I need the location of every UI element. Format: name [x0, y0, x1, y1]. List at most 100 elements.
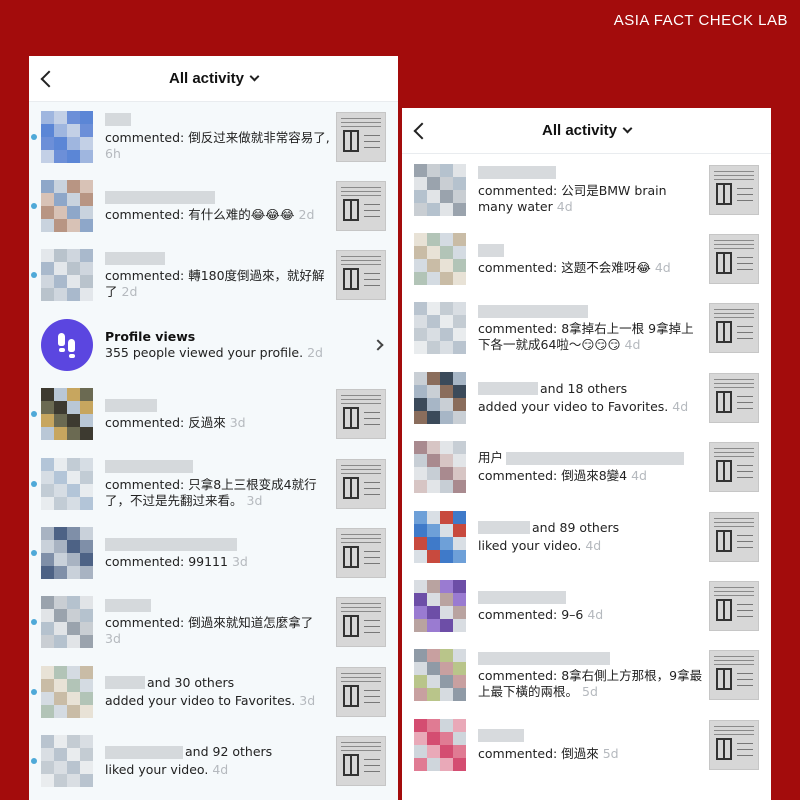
- video-thumbnail[interactable]: [336, 458, 386, 509]
- activity-text-line: liked your video. 4d: [105, 762, 330, 778]
- activity-row[interactable]: commented: 8拿掉右上一根 9拿掉上下各一就成64啦～😏😏😏 4d: [402, 294, 771, 363]
- avatar[interactable]: [414, 233, 466, 286]
- username-line[interactable]: [105, 597, 330, 613]
- avatar[interactable]: [41, 457, 93, 510]
- activity-filter-dropdown[interactable]: All activity: [169, 70, 260, 87]
- avatar[interactable]: [414, 163, 466, 216]
- video-thumbnail[interactable]: [709, 303, 759, 354]
- avatar[interactable]: [41, 527, 93, 580]
- blurred-username: [105, 251, 165, 265]
- blurred-username: [105, 398, 157, 412]
- blurred-username: [478, 521, 530, 535]
- video-thumbnail[interactable]: [336, 666, 386, 717]
- username-line[interactable]: [478, 728, 703, 744]
- activity-body: and 92 others liked your video. 4d: [105, 744, 336, 778]
- activity-row[interactable]: commented: 反過來 3d: [29, 380, 398, 449]
- username-line[interactable]: [478, 303, 703, 319]
- activity-text-line: liked your video. 4d: [478, 538, 703, 554]
- activity-text-line: commented: 9–6 4d: [478, 607, 703, 623]
- activity-row[interactable]: commented: 8拿右側上方那根，9拿最上最下橫的兩根。 5d: [402, 641, 771, 710]
- video-thumbnail[interactable]: [709, 164, 759, 215]
- video-thumbnail[interactable]: [709, 581, 759, 632]
- avatar[interactable]: [41, 180, 93, 233]
- username-line[interactable]: [105, 250, 330, 266]
- blurred-username: [478, 243, 504, 257]
- activity-text-line: added your video to Favorites. 4d: [478, 399, 703, 415]
- activity-row[interactable]: commented: 倒反过来做就非常容易了, 6h: [29, 102, 398, 171]
- activity-row[interactable]: commented: 轉180度倒過來，就好解了 2d: [29, 241, 398, 310]
- timestamp: 3d: [231, 554, 248, 570]
- video-thumbnail[interactable]: [709, 442, 759, 493]
- video-thumbnail[interactable]: [336, 528, 386, 579]
- video-thumbnail[interactable]: [336, 736, 386, 787]
- chevron-right-icon[interactable]: [372, 339, 384, 351]
- activity-row[interactable]: commented: 只拿8上三根变成4就行了，不过是先翻过来看。 3d: [29, 449, 398, 518]
- avatar[interactable]: [41, 249, 93, 302]
- avatar[interactable]: [41, 735, 93, 788]
- activity-row[interactable]: commented: 倒過來 5d: [402, 710, 771, 779]
- brand-watermark: ASIA FACT CHECK LAB: [613, 12, 788, 29]
- username-line[interactable]: and 18 others: [478, 381, 703, 397]
- activity-row[interactable]: and 30 others added your video to Favorit…: [29, 657, 398, 726]
- activity-row[interactable]: and 89 others liked your video. 4d: [402, 502, 771, 571]
- video-thumbnail[interactable]: [336, 597, 386, 648]
- activity-row[interactable]: commented: 9–6 4d: [402, 571, 771, 640]
- activity-body: commented: 轉180度倒過來，就好解了 2d: [105, 250, 336, 300]
- activity-row[interactable]: commented: 99111 3d: [29, 518, 398, 587]
- avatar[interactable]: [414, 580, 466, 633]
- avatar[interactable]: [41, 596, 93, 649]
- username-line[interactable]: and 92 others: [105, 744, 330, 760]
- profile-views-row[interactable]: Profile views 355 people viewed your prof…: [29, 310, 398, 379]
- blurred-username: [478, 590, 566, 604]
- others-count: and 89 others: [532, 519, 620, 535]
- username-line[interactable]: [478, 165, 703, 181]
- video-thumbnail[interactable]: [709, 650, 759, 701]
- username-line[interactable]: [105, 459, 330, 475]
- username-line[interactable]: [478, 242, 703, 258]
- avatar[interactable]: [414, 302, 466, 355]
- avatar[interactable]: [414, 371, 466, 424]
- username-line[interactable]: and 30 others: [105, 675, 330, 691]
- timestamp: 5d: [582, 684, 598, 700]
- activity-text-line: commented: 8拿右側上方那根，9拿最上最下橫的兩根。 5d: [478, 668, 703, 700]
- video-thumbnail[interactable]: [336, 389, 386, 440]
- video-thumbnail[interactable]: [336, 181, 386, 232]
- avatar[interactable]: [414, 441, 466, 494]
- video-thumbnail[interactable]: [709, 511, 759, 562]
- avatar[interactable]: [414, 649, 466, 702]
- video-thumbnail[interactable]: [709, 372, 759, 423]
- video-thumbnail[interactable]: [336, 111, 386, 162]
- blurred-username: [105, 745, 183, 759]
- username-line[interactable]: [478, 589, 703, 605]
- chevron-left-icon[interactable]: [40, 70, 58, 87]
- username-line[interactable]: [105, 189, 330, 205]
- activity-row[interactable]: commented: 公司是BMW brain many water 4d: [402, 155, 771, 224]
- activity-text: commented: 99111: [105, 554, 228, 570]
- username-line[interactable]: and 89 others: [478, 520, 703, 536]
- others-count: and 18 others: [540, 380, 628, 396]
- avatar[interactable]: [414, 510, 466, 563]
- activity-text: liked your video.: [105, 762, 209, 778]
- avatar[interactable]: [41, 388, 93, 441]
- chevron-left-icon[interactable]: [413, 122, 431, 139]
- activity-row[interactable]: and 18 others added your video to Favorit…: [402, 363, 771, 432]
- username-line[interactable]: [105, 112, 330, 128]
- username-line[interactable]: [105, 397, 330, 413]
- activity-filter-dropdown[interactable]: All activity: [542, 122, 633, 139]
- activity-row[interactable]: 用户 commented: 倒過來8變4 4d: [402, 433, 771, 502]
- activity-row[interactable]: and 92 others liked your video. 4d: [29, 727, 398, 796]
- video-thumbnail[interactable]: [709, 234, 759, 285]
- avatar[interactable]: [41, 110, 93, 163]
- activity-row[interactable]: commented: 有什么难的😂😂😂 2d: [29, 171, 398, 240]
- video-thumbnail[interactable]: [709, 719, 759, 770]
- avatar[interactable]: [414, 718, 466, 771]
- activity-row[interactable]: commented: 这题不会难呀😂 4d: [402, 224, 771, 293]
- username-line[interactable]: 用户: [478, 450, 703, 466]
- username-line[interactable]: [478, 650, 703, 666]
- avatar[interactable]: [41, 665, 93, 718]
- activity-text: commented: 反過來: [105, 415, 226, 431]
- blurred-username: [105, 113, 131, 127]
- video-thumbnail[interactable]: [336, 250, 386, 301]
- activity-row[interactable]: commented: 倒過來就知道怎麼拿了 3d: [29, 588, 398, 657]
- username-line[interactable]: [105, 536, 330, 552]
